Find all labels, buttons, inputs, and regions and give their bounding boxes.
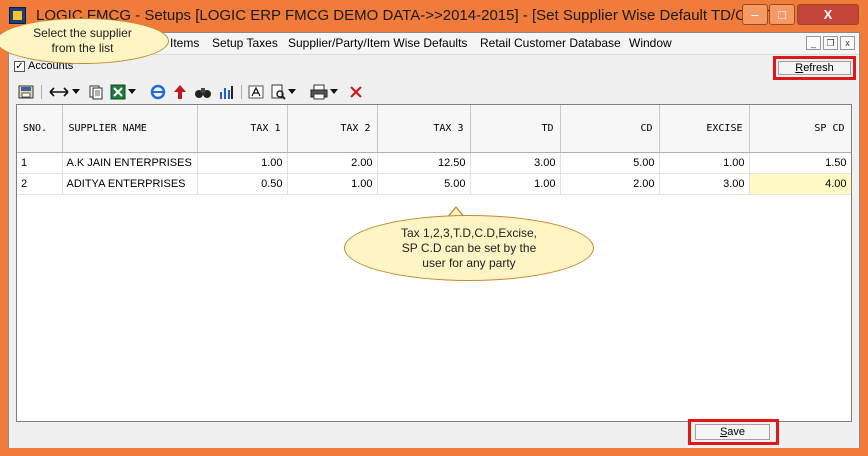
mdi-restore-button[interactable]: ❐ (823, 36, 838, 50)
cell-supplier-name[interactable]: A.K JAIN ENTERPRISES (62, 152, 198, 174)
cell-sp-cd[interactable]: 1.50 (749, 152, 851, 174)
excel-dropdown-icon[interactable] (127, 83, 137, 101)
callout-line: Select the supplier (33, 26, 132, 40)
menu-retail-customer-database[interactable]: Retail Customer Database (480, 36, 621, 50)
col-header-cd[interactable]: CD (560, 105, 660, 153)
tax-note-callout: Tax 1,2,3,T.D,C.D,Excise, SP C.D can be … (344, 215, 594, 281)
cell-supplier-name[interactable]: ADITYA ENTERPRISES (62, 173, 198, 195)
save-button[interactable]: Save (695, 424, 770, 440)
col-header-supplier-name[interactable]: SUPPLIER NAME (62, 105, 198, 153)
menu-setup-taxes[interactable]: Setup Taxes (212, 36, 278, 50)
menu-items[interactable]: Items (170, 36, 199, 50)
cell-sno[interactable]: 2 (17, 173, 63, 195)
chart-icon[interactable] (217, 83, 235, 101)
refresh-button[interactable]: Refresh (778, 61, 851, 75)
table-row[interactable]: 2 ADITYA ENTERPRISES 0.50 1.00 5.00 1.00… (17, 172, 851, 195)
minimize-button[interactable]: – (742, 4, 768, 25)
grid-table: SNO. SUPPLIER NAME TAX 1 TAX 2 TAX 3 TD … (17, 105, 851, 195)
mdi-minimize-button[interactable]: _ (806, 36, 821, 50)
app-logo-icon[interactable] (9, 7, 26, 24)
printer-icon[interactable] (309, 83, 329, 101)
col-header-excise[interactable]: EXCISE (659, 105, 750, 153)
menu-window[interactable]: Window (629, 36, 672, 50)
cell-sp-cd-selected[interactable]: 4.00 (748, 172, 851, 195)
cell-cd[interactable]: 2.00 (560, 173, 660, 195)
refresh-label: efresh (803, 62, 834, 74)
accounts-checkbox[interactable]: ✓ (14, 60, 25, 72)
cell-excise[interactable]: 3.00 (659, 173, 750, 195)
select-supplier-callout: Select the supplier from the list (0, 18, 169, 64)
col-header-td[interactable]: TD (470, 105, 561, 153)
cell-tax3[interactable]: 12.50 (377, 152, 471, 174)
column-width-dropdown-icon[interactable] (71, 83, 81, 101)
cell-td[interactable]: 3.00 (470, 152, 561, 174)
save-report-icon[interactable] (17, 83, 35, 101)
cell-excise[interactable]: 1.00 (659, 152, 750, 174)
copy-icon[interactable] (87, 83, 105, 101)
cell-cd[interactable]: 5.00 (560, 152, 660, 174)
cell-tax3[interactable]: 5.00 (377, 173, 471, 195)
internet-explorer-icon[interactable] (149, 83, 167, 101)
cell-sno[interactable]: 1 (17, 152, 63, 174)
close-window-button[interactable]: X (797, 4, 859, 25)
cell-tax1[interactable]: 1.00 (197, 152, 288, 174)
print-preview-dropdown-icon[interactable] (287, 83, 297, 101)
mdi-close-button[interactable]: x (840, 36, 855, 50)
col-header-tax3[interactable]: TAX 3 (377, 105, 471, 153)
cell-tax2[interactable]: 2.00 (287, 152, 378, 174)
col-header-tax2[interactable]: TAX 2 (287, 105, 378, 153)
refresh-highlight: Refresh (773, 56, 856, 80)
table-row[interactable]: 1 A.K JAIN ENTERPRISES 1.00 2.00 12.50 3… (17, 152, 851, 174)
app-window: LOGIC FMCG - Setups [LOGIC ERP FMCG DEMO… (0, 0, 868, 456)
column-width-icon[interactable] (47, 83, 71, 101)
maximize-button[interactable]: □ (769, 4, 795, 25)
save-label: ave (727, 426, 746, 438)
font-icon[interactable] (247, 83, 265, 101)
callout-line: SP C.D can be set by the (401, 240, 537, 255)
printer-dropdown-icon[interactable] (329, 83, 339, 101)
menu-supplier-party-item-defaults[interactable]: Supplier/Party/Item Wise Defaults (288, 36, 467, 50)
callout-line: Tax 1,2,3,T.D,C.D,Excise, (400, 225, 538, 240)
callout-line: user for any party (422, 255, 516, 270)
sort-up-icon[interactable] (171, 83, 189, 101)
toolbar (11, 81, 371, 103)
cell-tax2[interactable]: 1.00 (287, 173, 378, 195)
col-header-sp-cd[interactable]: SP CD (749, 105, 851, 153)
print-preview-icon[interactable] (269, 83, 287, 101)
toolbar-separator (241, 85, 242, 99)
cell-tax1[interactable]: 0.50 (197, 173, 288, 195)
find-icon[interactable] (193, 83, 213, 101)
refresh-hotkey: R (795, 62, 804, 74)
col-header-sno[interactable]: SNO. (17, 105, 63, 153)
window-title: LOGIC FMCG - Setups [LOGIC ERP FMCG DEMO… (36, 7, 789, 24)
delete-icon[interactable] (347, 83, 365, 101)
excel-export-icon[interactable] (109, 83, 127, 101)
callout-line: from the list (51, 41, 114, 55)
toolbar-separator (41, 85, 42, 99)
grid-header-row: SNO. SUPPLIER NAME TAX 1 TAX 2 TAX 3 TD … (17, 105, 851, 153)
save-highlight: Save (688, 419, 779, 445)
col-header-tax1[interactable]: TAX 1 (197, 105, 288, 153)
cell-td[interactable]: 1.00 (470, 173, 561, 195)
